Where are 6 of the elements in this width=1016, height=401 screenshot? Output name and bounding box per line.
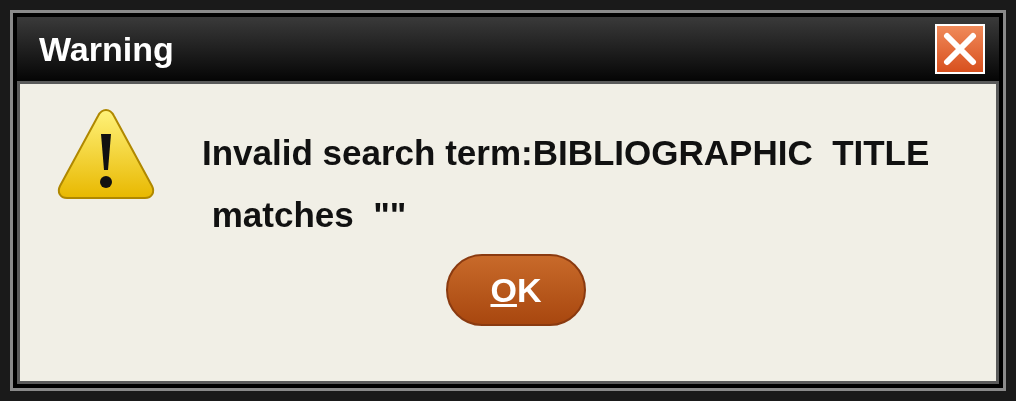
ok-button[interactable]: OK: [446, 254, 586, 326]
close-icon: [943, 32, 977, 66]
warning-icon: [56, 106, 156, 202]
close-button[interactable]: [935, 24, 985, 74]
window-title: Warning: [39, 29, 174, 69]
warning-message: Invalid search term:BIBLIOGRAPHIC TITLE matches "": [202, 132, 930, 236]
